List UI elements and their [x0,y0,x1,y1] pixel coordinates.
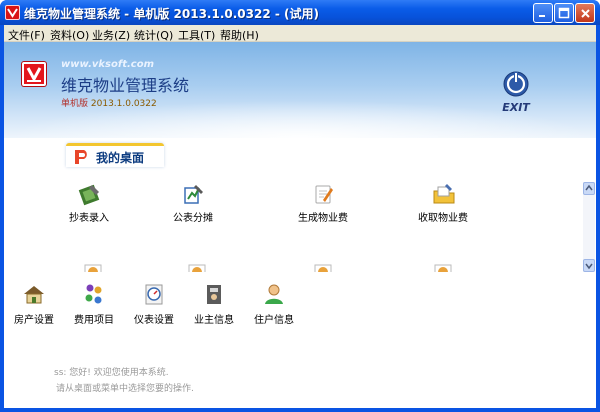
tool-owner-info[interactable]: 业主信息 [184,282,244,328]
usage-hint: 请从桌面或菜单中选择您要的操作. [56,384,194,394]
task-collect-fee[interactable]: 收取物业费 [408,182,478,228]
task-meter-entry[interactable]: 抄表录入 [54,182,124,228]
generate-fee-icon [315,185,333,204]
close-button[interactable] [575,3,595,23]
fee-items-icon [85,284,102,304]
client-area: 文件(F) 资料(O) 业务(Z) 统计(Q) 工具(T) 帮助(H) www.… [4,25,596,408]
window-title: 维克物业管理系统 - 单机版 2013.1.0.0322 - (试用) [24,7,319,21]
app-window: 维克物业管理系统 - 单机版 2013.1.0.0322 - (试用) 文件(F… [0,0,600,412]
desktop-scrollbar[interactable] [583,182,595,272]
edition-info: 单机版 2013.1.0.0322 [61,96,157,109]
tool-label: 住户信息 [254,315,294,326]
menu-bar: 文件(F) 资料(O) 业务(Z) 统计(Q) 工具(T) 帮助(H) [4,25,596,42]
house-icon [24,286,44,304]
chevron-up-icon [585,184,593,191]
task-label: 公表分摊 [173,213,213,224]
tool-meter-settings[interactable]: 仪表设置 [124,282,184,328]
desktop-panel: 我的桌面 抄表录入 公表分摊 生成物业费 收取物业费 房产设置 费用项目 仪表设… [4,138,596,408]
owner-info-icon [207,285,221,304]
maximize-icon [558,7,570,19]
menu-file[interactable]: 文件(F) [8,27,45,43]
minimize-icon [539,15,545,17]
title-bar[interactable]: 维克物业管理系统 - 单机版 2013.1.0.0322 - (试用) [0,0,600,25]
version-number: 2013.1.0.0322 [90,99,157,109]
desktop-tab-icon [75,150,87,164]
tool-fee-items[interactable]: 费用项目 [64,282,124,328]
tool-resident-info[interactable]: 住户信息 [244,282,304,328]
tool-label: 房产设置 [14,315,54,326]
tool-label: 费用项目 [74,315,114,326]
resident-info-icon [265,284,283,304]
menu-business[interactable]: 业务(Z) [92,27,130,43]
menu-statistics[interactable]: 统计(Q) [134,27,173,43]
app-logo-icon [5,5,20,20]
tab-label: 我的桌面 [96,151,145,165]
task-shared-meter[interactable]: 公表分摊 [158,182,228,228]
partial-icon [82,262,104,272]
header-banner: www.vksoft.com 维克物业管理系统 单机版 2013.1.0.032… [4,42,596,138]
tool-label: 业主信息 [194,315,234,326]
maximize-button[interactable] [554,3,574,23]
exit-button[interactable]: EXIT [496,70,536,116]
chevron-down-icon [585,263,593,270]
collect-fee-icon [433,184,455,204]
tool-property-settings[interactable]: 房产设置 [4,282,64,328]
tool-label: 仪表设置 [134,315,174,326]
partial-icon [432,262,454,272]
task-label: 生成物业费 [298,213,348,224]
site-url: www.vksoft.com [61,59,155,70]
minimize-button[interactable] [533,3,553,23]
close-icon [580,8,590,18]
greeting-prefix: ss: [54,368,67,378]
welcome-message: ss: 您好! 欢迎您使用本系统. [54,365,169,378]
task-generate-fee[interactable]: 生成物业费 [288,182,358,228]
partial-icon [186,262,208,272]
scroll-up-button[interactable] [583,182,595,195]
edition-label: 单机版 [61,99,89,109]
tab-my-desktop[interactable]: 我的桌面 [66,143,164,167]
menu-data[interactable]: 资料(O) [50,27,89,43]
task-label: 抄表录入 [69,213,109,224]
task-label: 收取物业费 [418,213,468,224]
exit-icon [503,71,529,97]
brand-logo-icon [22,62,46,86]
menu-help[interactable]: 帮助(H) [220,27,259,43]
scroll-down-button[interactable] [583,259,595,272]
app-name: 维克物业管理系统 [61,76,190,95]
menu-tools[interactable]: 工具(T) [178,27,215,43]
meter-entry-icon [78,184,100,206]
greeting-text: 您好! 欢迎您使用本系统. [69,368,169,378]
partial-icon [312,262,334,272]
meter-settings-icon [145,284,163,305]
exit-label: EXIT [502,101,530,114]
shared-meter-icon [184,185,203,204]
